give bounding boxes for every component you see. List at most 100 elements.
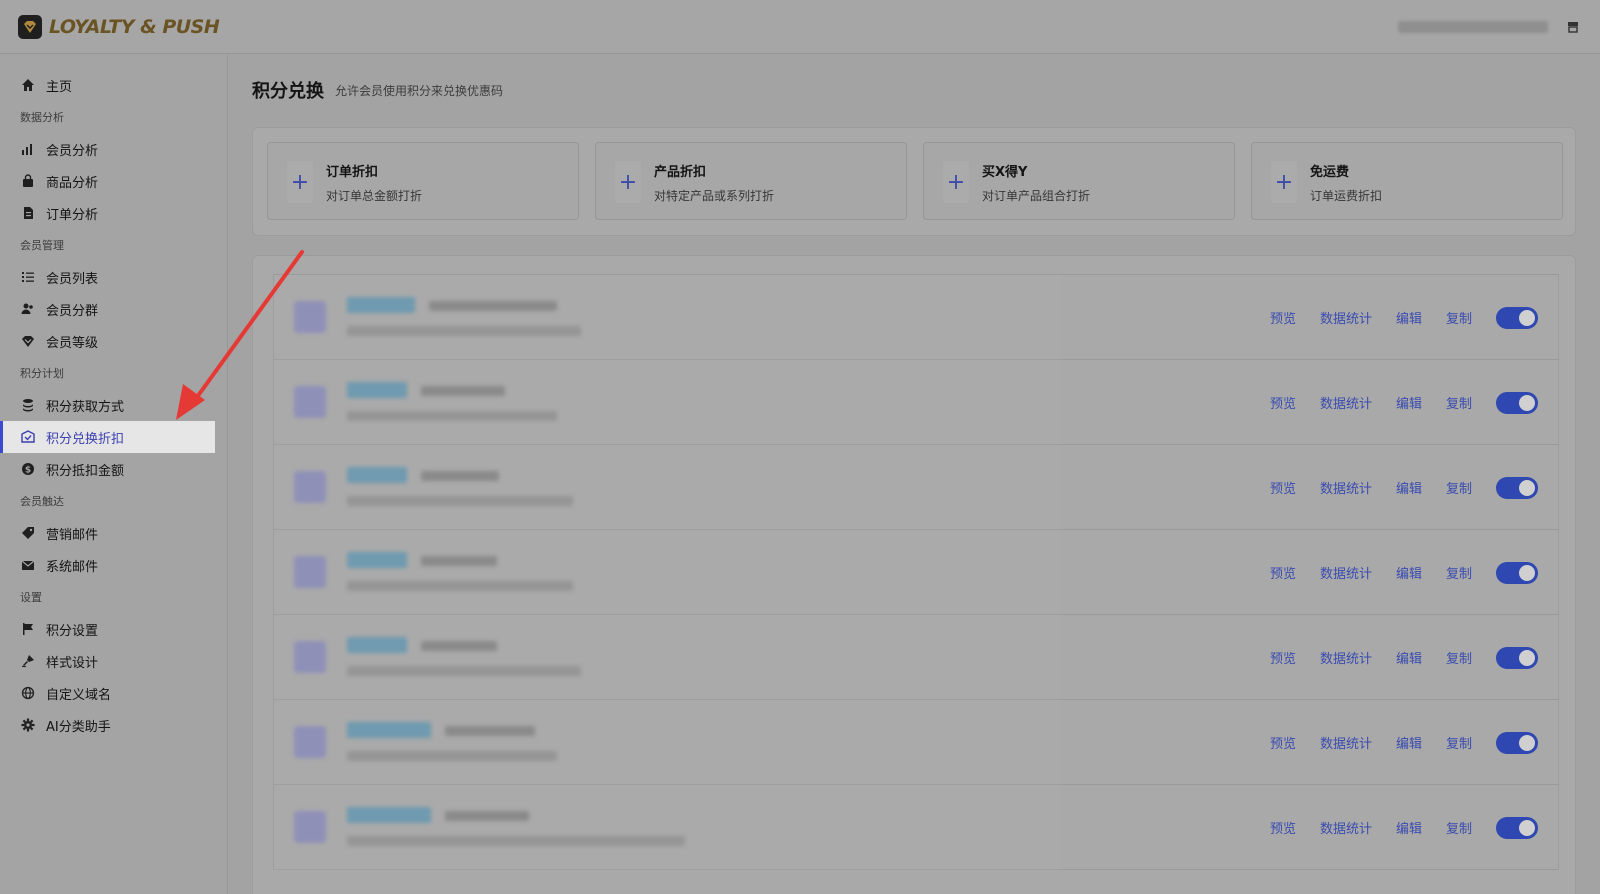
list-item: 预览 数据统计 编辑 复制	[273, 785, 1559, 870]
type-card-product-discount[interactable]: + 产品折扣 对特定产品或系列打折	[595, 142, 907, 220]
preview-link[interactable]: 预览	[1270, 648, 1296, 667]
edit-link[interactable]: 编辑	[1396, 393, 1422, 412]
copy-link[interactable]: 复制	[1446, 818, 1472, 837]
diamond-icon	[20, 333, 36, 349]
stats-link[interactable]: 数据统计	[1320, 818, 1372, 837]
sidebar-item-ai-category-assistant[interactable]: AI分类助手	[0, 709, 227, 741]
gear-icon	[20, 717, 36, 733]
nav-section-outreach: 会员触达	[20, 495, 64, 508]
sidebar-item-points-redeem-discount[interactable]: 积分兑换折扣	[0, 421, 215, 453]
edit-link[interactable]: 编辑	[1396, 563, 1422, 582]
copy-link[interactable]: 复制	[1446, 393, 1472, 412]
edit-link[interactable]: 编辑	[1396, 648, 1422, 667]
svg-text:$: $	[25, 466, 31, 476]
reward-name-suffix-blurred	[421, 386, 505, 396]
reward-thumbnail	[294, 301, 326, 333]
reward-desc-blurred	[347, 751, 557, 761]
sidebar-item-marketing-email[interactable]: 营销邮件	[0, 517, 227, 549]
sidebar-item-points-earning[interactable]: 积分获取方式	[0, 389, 227, 421]
preview-link[interactable]: 预览	[1270, 478, 1296, 497]
redemption-list: 预览 数据统计 编辑 复制 预览 数据统计 编辑 复制 预览 数据统计 编辑 复…	[273, 274, 1559, 894]
reward-desc-blurred	[347, 326, 581, 336]
top-bar: LOYALTY & PUSH	[0, 0, 1600, 54]
preview-link[interactable]: 预览	[1270, 393, 1296, 412]
sidebar-item-product-analytics[interactable]: 商品分析	[0, 165, 227, 197]
type-card-buy-x-get-y[interactable]: + 买X得Y 对订单产品组合打折	[923, 142, 1235, 220]
brush-icon	[20, 653, 36, 669]
enable-toggle[interactable]	[1496, 306, 1538, 329]
edit-link[interactable]: 编辑	[1396, 308, 1422, 327]
discount-type-panel: + 订单折扣 对订单总金额打折 + 产品折扣 对特定产品或系列打折 + 买X得Y…	[252, 127, 1576, 236]
list-item: 预览 数据统计 编辑 复制	[273, 615, 1559, 700]
page-subtitle: 允许会员使用积分来兑换优惠码	[335, 84, 504, 98]
stats-link[interactable]: 数据统计	[1320, 563, 1372, 582]
enable-toggle[interactable]	[1496, 561, 1538, 584]
enable-toggle[interactable]	[1496, 391, 1538, 414]
sidebar-item-style-design[interactable]: 样式设计	[0, 645, 227, 677]
enable-toggle[interactable]	[1496, 731, 1538, 754]
copy-link[interactable]: 复制	[1446, 478, 1472, 497]
flag-icon	[20, 621, 36, 637]
sidebar-item-member-segments[interactable]: 会员分群	[0, 293, 227, 325]
stats-link[interactable]: 数据统计	[1320, 308, 1372, 327]
coins-stack-icon	[20, 397, 36, 413]
enable-toggle[interactable]	[1496, 476, 1538, 499]
reward-name-blurred	[347, 552, 407, 568]
reward-desc-blurred	[347, 496, 573, 506]
type-card-order-discount[interactable]: + 订单折扣 对订单总金额打折	[267, 142, 579, 220]
sidebar-item-member-tiers[interactable]: 会员等级	[0, 325, 227, 357]
edit-link[interactable]: 编辑	[1396, 478, 1422, 497]
preview-link[interactable]: 预览	[1270, 733, 1296, 752]
sidebar-item-points-deduct-amount[interactable]: $ 积分抵扣金额	[0, 453, 227, 485]
preview-link[interactable]: 预览	[1270, 563, 1296, 582]
reward-thumbnail	[294, 471, 326, 503]
redemption-list-panel: 预览 数据统计 编辑 复制 预览 数据统计 编辑 复制 预览 数据统计 编辑 复…	[252, 255, 1576, 894]
reward-desc-blurred	[347, 836, 685, 846]
enable-toggle[interactable]	[1496, 646, 1538, 669]
nav-section-points: 积分计划	[20, 367, 64, 380]
copy-link[interactable]: 复制	[1446, 733, 1472, 752]
envelope-icon	[20, 557, 36, 573]
reward-name-blurred	[347, 382, 407, 398]
stats-link[interactable]: 数据统计	[1320, 393, 1372, 412]
plus-icon: +	[615, 161, 641, 203]
users-icon	[20, 301, 36, 317]
sidebar-item-member-analytics[interactable]: 会员分析	[0, 133, 227, 165]
sidebar-item-order-analytics[interactable]: 订单分析	[0, 197, 227, 229]
reward-name-blurred	[347, 297, 415, 313]
stats-link[interactable]: 数据统计	[1320, 478, 1372, 497]
reward-name-suffix-blurred	[421, 556, 497, 566]
enable-toggle[interactable]	[1496, 816, 1538, 839]
sidebar-item-custom-domain[interactable]: 自定义域名	[0, 677, 227, 709]
sidebar-item-home[interactable]: 主页	[0, 69, 227, 101]
plus-icon: +	[287, 161, 313, 203]
reward-name-blurred	[347, 722, 431, 738]
bar-chart-icon	[20, 141, 36, 157]
bag-icon	[20, 173, 36, 189]
preview-link[interactable]: 预览	[1270, 308, 1296, 327]
plus-icon: +	[1271, 161, 1297, 203]
main-content: 积分兑换 允许会员使用积分来兑换优惠码 + 订单折扣 对订单总金额打折 + 产品…	[229, 55, 1600, 894]
store-icon[interactable]	[1562, 16, 1584, 38]
edit-link[interactable]: 编辑	[1396, 818, 1422, 837]
logo-icon	[18, 14, 42, 39]
reward-name-blurred	[347, 467, 407, 483]
sidebar-item-member-list[interactable]: 会员列表	[0, 261, 227, 293]
copy-link[interactable]: 复制	[1446, 308, 1472, 327]
copy-link[interactable]: 复制	[1446, 648, 1472, 667]
sidebar-item-points-settings[interactable]: 积分设置	[0, 613, 227, 645]
reward-name-suffix-blurred	[445, 726, 535, 736]
stats-link[interactable]: 数据统计	[1320, 648, 1372, 667]
page-title: 积分兑换	[252, 81, 324, 102]
type-card-free-shipping[interactable]: + 免运费 订单运费折扣	[1251, 142, 1563, 220]
sidebar-item-system-email[interactable]: 系统邮件	[0, 549, 227, 581]
home-icon	[20, 77, 36, 93]
reward-thumbnail	[294, 556, 326, 588]
stats-link[interactable]: 数据统计	[1320, 733, 1372, 752]
discount-ticket-icon	[20, 429, 36, 445]
plus-icon: +	[943, 161, 969, 203]
copy-link[interactable]: 复制	[1446, 563, 1472, 582]
edit-link[interactable]: 编辑	[1396, 733, 1422, 752]
preview-link[interactable]: 预览	[1270, 818, 1296, 837]
reward-desc-blurred	[347, 581, 573, 591]
